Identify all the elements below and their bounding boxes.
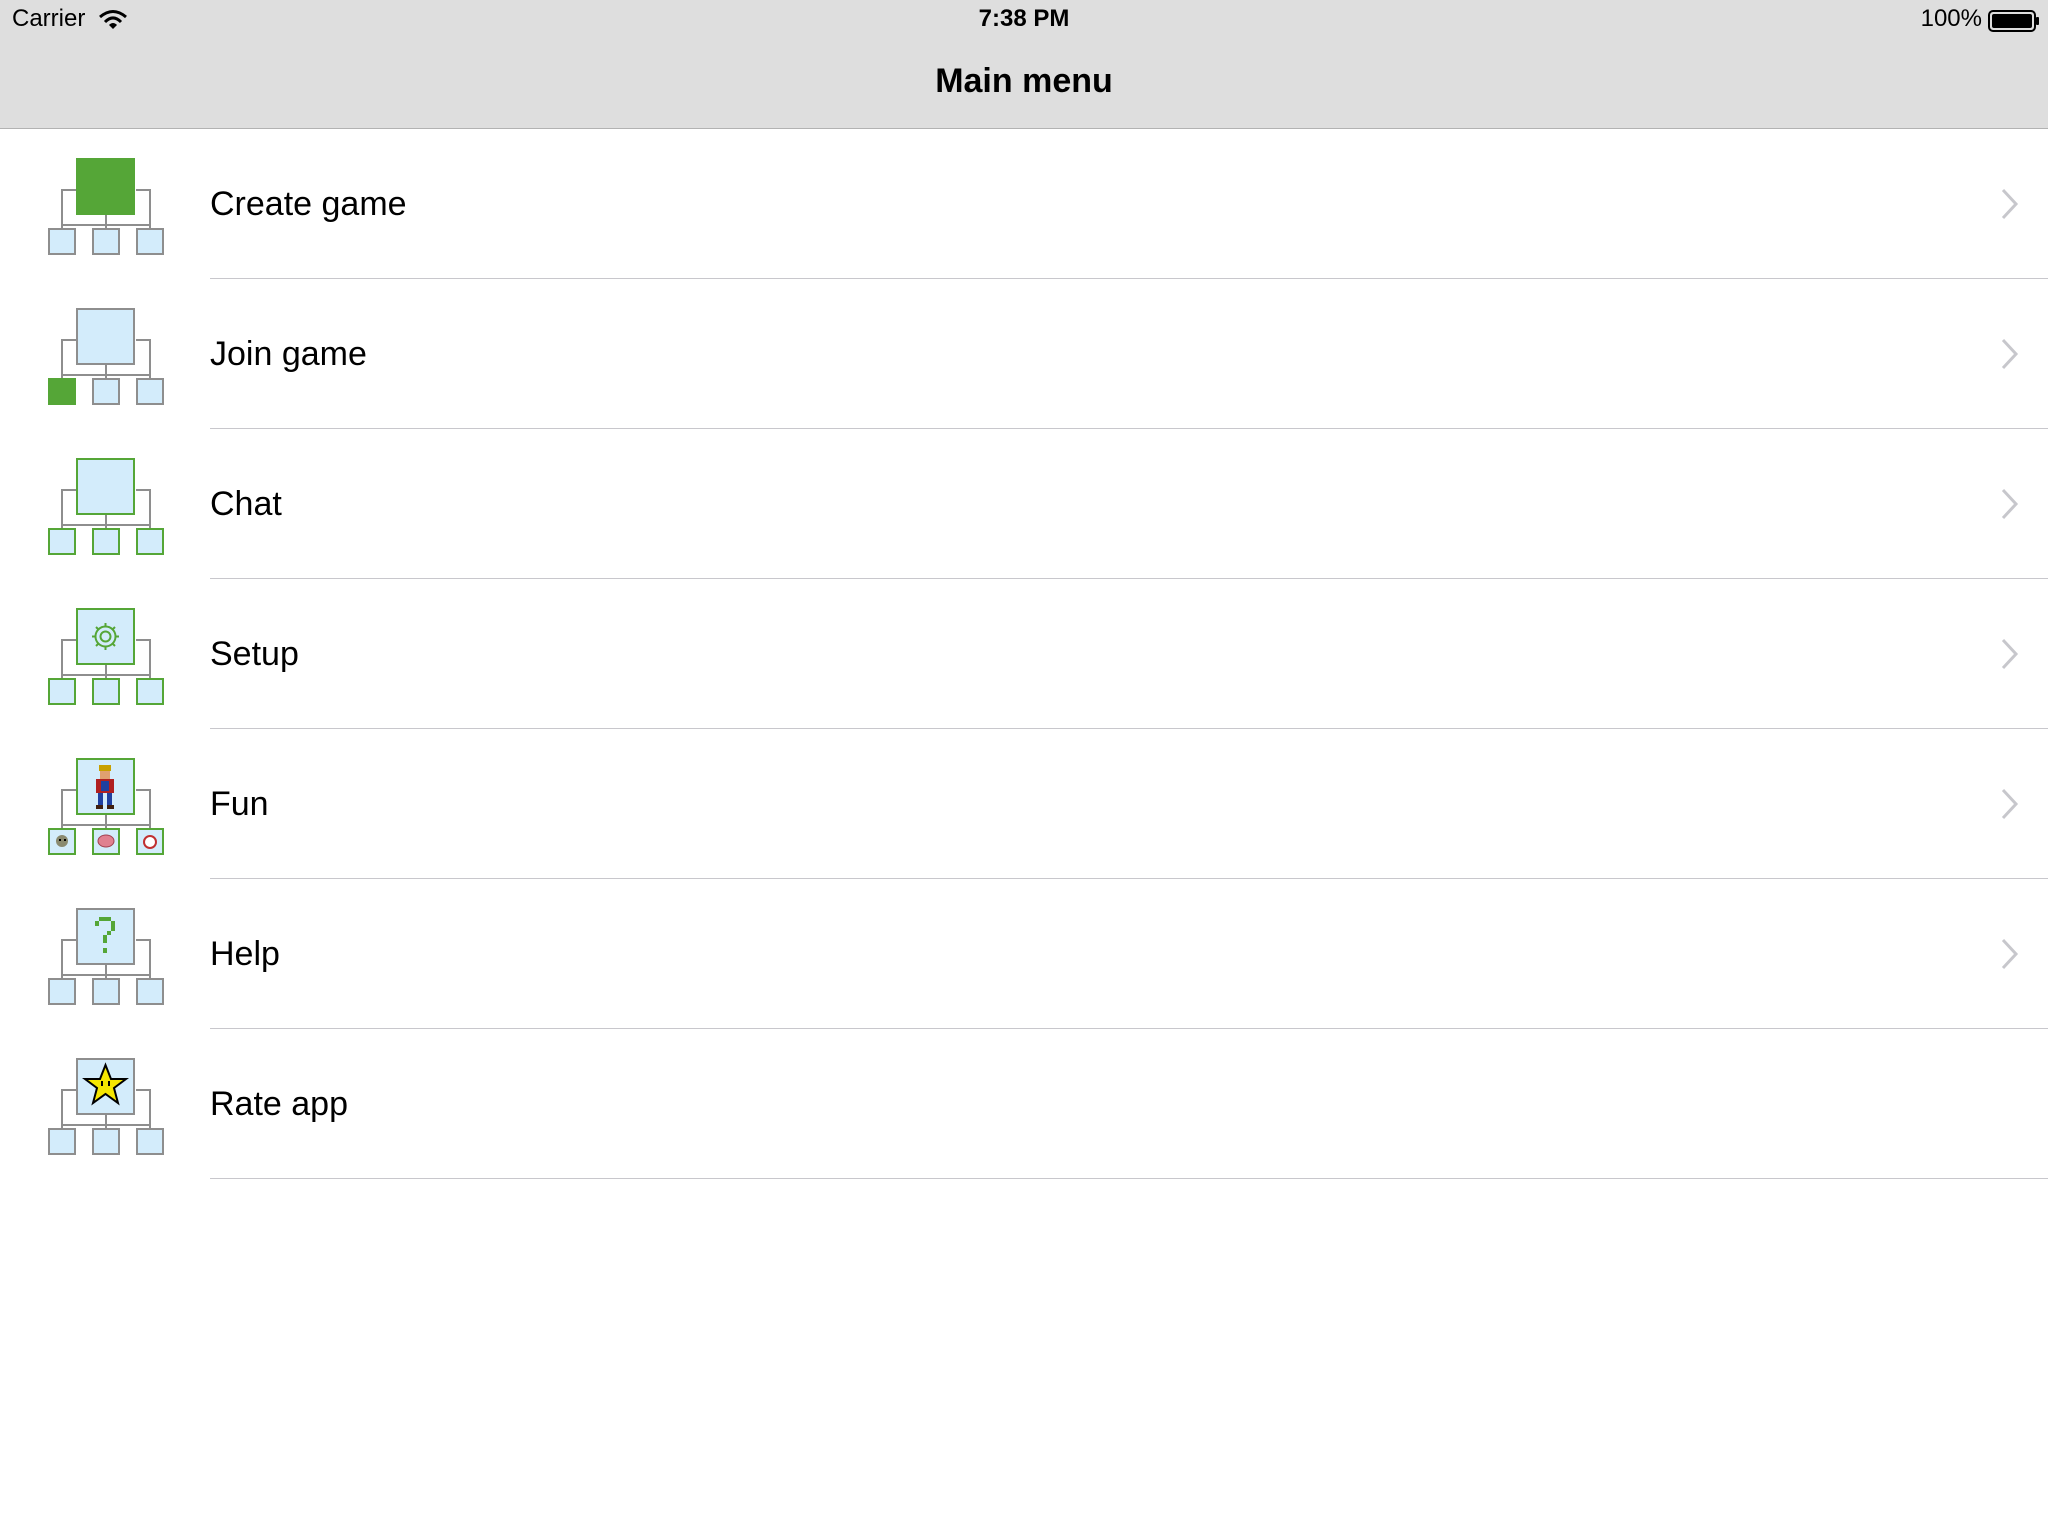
chevron-right-icon <box>2001 788 2019 820</box>
battery-percent-label: 100% <box>1920 5 1982 32</box>
menu-item-create-game[interactable]: Create game <box>0 129 2048 279</box>
help-question-tree-icon <box>48 908 164 1005</box>
fun-character-tree-icon <box>48 758 164 855</box>
chevron-right-icon <box>2001 938 2019 970</box>
page-title: Main menu <box>935 62 1113 100</box>
chevron-right-icon <box>2001 188 2019 220</box>
menu-item-label: Create game <box>210 185 407 223</box>
create-game-tree-icon <box>48 158 164 255</box>
navigation-bar: Main menu <box>0 40 2048 129</box>
chevron-right-icon <box>2001 638 2019 670</box>
menu-item-setup[interactable]: Setup <box>0 579 2048 729</box>
menu-item-help[interactable]: Help <box>0 879 2048 1029</box>
menu-item-label: Fun <box>210 785 269 823</box>
menu-item-fun[interactable]: Fun <box>0 729 2048 879</box>
clock-label: 7:38 PM <box>978 5 1070 32</box>
join-game-tree-icon <box>48 308 164 405</box>
rate-star-tree-icon <box>48 1058 164 1155</box>
setup-gear-tree-icon <box>48 608 164 705</box>
chevron-right-icon <box>2001 488 2019 520</box>
chevron-right-icon <box>2001 338 2019 370</box>
chat-tree-icon <box>48 458 164 555</box>
menu-item-label: Setup <box>210 635 299 673</box>
status-bar: Carrier 7:38 PM 100% <box>0 0 2048 40</box>
main-menu-list: Create game Join game Chat Setup Fun Hel… <box>0 129 2048 1179</box>
menu-item-label: Help <box>210 935 280 973</box>
menu-item-label: Join game <box>210 335 367 373</box>
menu-item-chat[interactable]: Chat <box>0 429 2048 579</box>
battery-icon <box>1988 10 2039 32</box>
menu-item-label: Rate app <box>210 1085 348 1123</box>
menu-item-rate-app[interactable]: Rate app <box>0 1029 2048 1179</box>
menu-item-join-game[interactable]: Join game <box>0 279 2048 429</box>
menu-item-label: Chat <box>210 485 282 523</box>
